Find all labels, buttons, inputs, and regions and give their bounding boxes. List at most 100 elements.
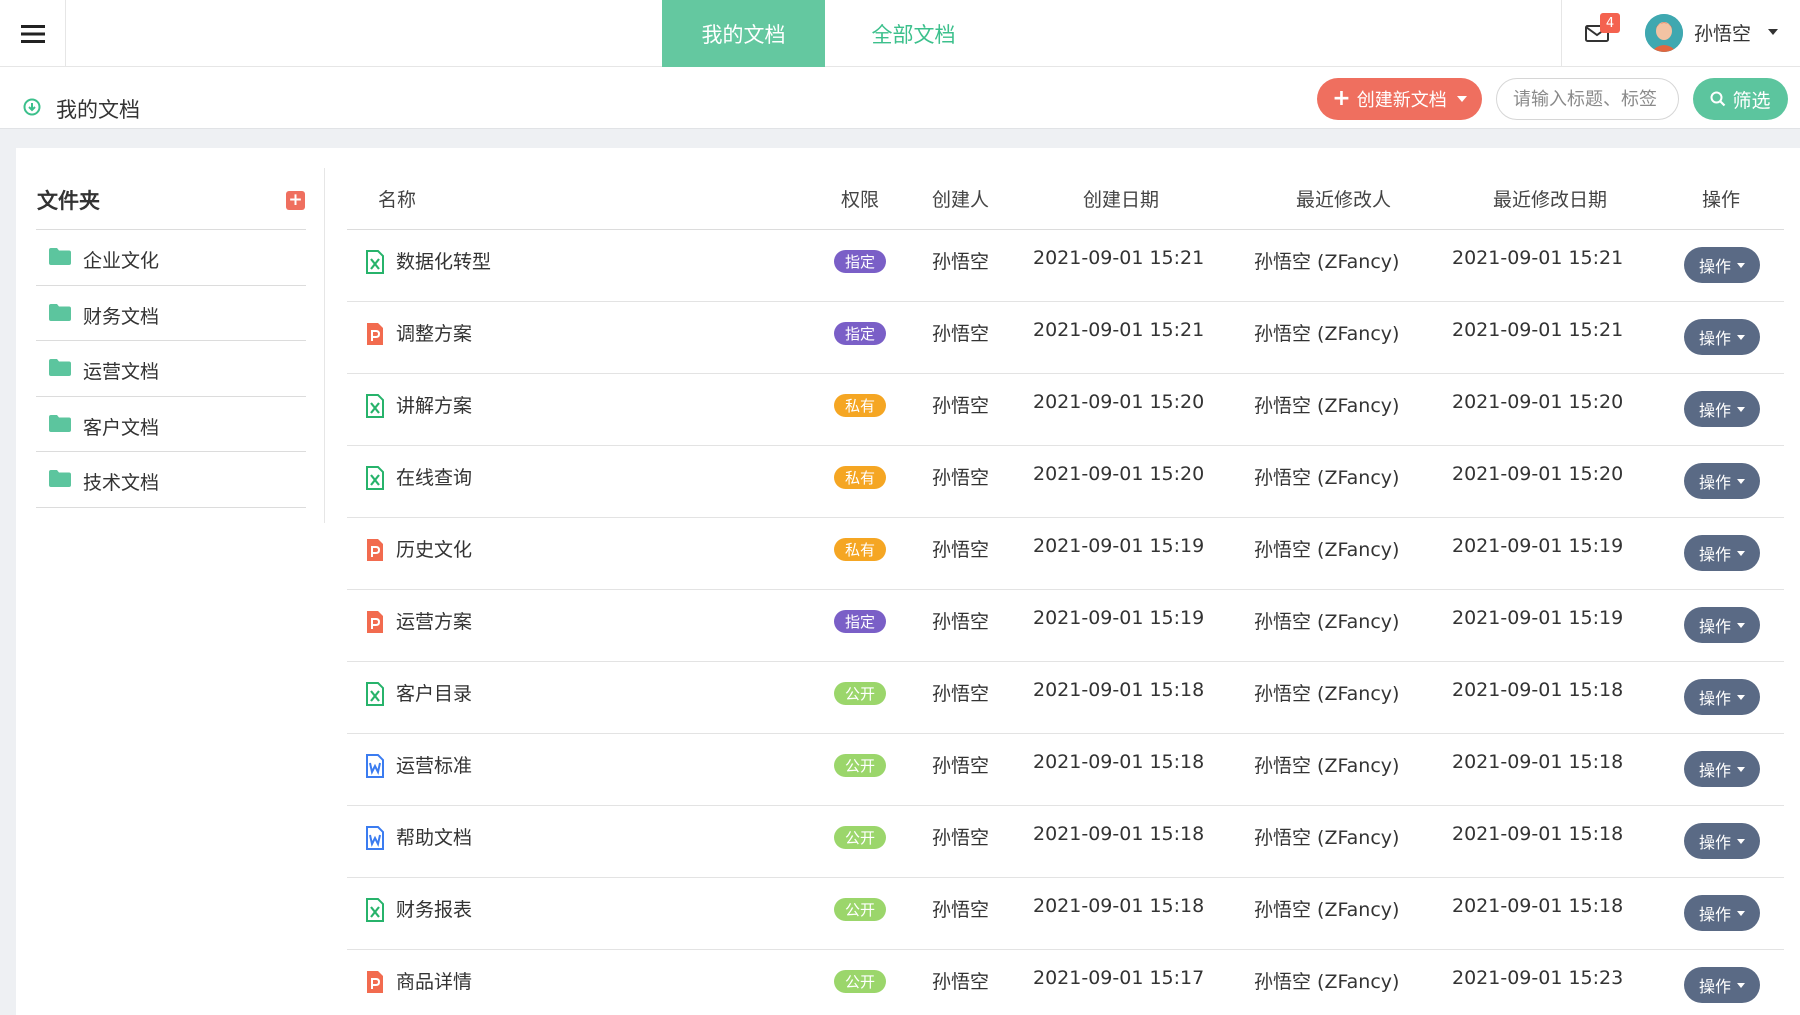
header-permission[interactable]: 权限 — [841, 185, 879, 212]
folder-sidebar: 文件夹 + 企业文化 财务文档 运营文档 客户文档技术文档 — [36, 148, 306, 508]
excel-file-icon — [366, 250, 384, 274]
chevron-down-icon — [1737, 262, 1745, 268]
search-input[interactable] — [1496, 78, 1679, 120]
folder-icon — [49, 414, 71, 432]
word-file-icon — [366, 826, 384, 850]
folder-item[interactable]: 财务文档 — [36, 286, 306, 341]
action-button[interactable]: 操作 — [1684, 751, 1760, 787]
table-row[interactable]: 在线查询 私有 孙悟空 2021-09-01 15:20 孙悟空 (ZFancy) 202… — [347, 446, 1784, 518]
creator: 孙悟空 — [932, 251, 990, 273]
created-date: 2021-09-01 15:18 — [1033, 679, 1205, 701]
creator: 孙悟空 — [932, 827, 990, 849]
folder-item[interactable]: 客户文档 — [36, 397, 306, 452]
permission-badge: 指定 — [834, 322, 886, 345]
folder-item[interactable]: 技术文档 — [36, 452, 306, 508]
table-row[interactable]: 财务报表 公开 孙悟空 2021-09-01 15:18 孙悟空 (ZFancy) 202… — [347, 878, 1784, 950]
document-name[interactable]: 运营方案 — [396, 607, 472, 634]
header-name[interactable]: 名称 — [378, 185, 416, 212]
chevron-down-icon — [1737, 334, 1745, 340]
header-modified-date[interactable]: 最近修改日期 — [1493, 185, 1607, 212]
action-label: 操作 — [1698, 761, 1731, 780]
action-button[interactable]: 操作 — [1684, 679, 1760, 715]
action-button[interactable]: 操作 — [1684, 247, 1760, 283]
document-name[interactable]: 在线查询 — [396, 463, 472, 490]
header-creator[interactable]: 创建人 — [932, 185, 989, 212]
folder-label: 技术文档 — [83, 472, 160, 494]
action-button[interactable]: 操作 — [1684, 463, 1760, 499]
action-button[interactable]: 操作 — [1684, 895, 1760, 931]
menu-toggle-button[interactable] — [0, 0, 66, 67]
created-date: 2021-09-01 15:19 — [1033, 535, 1205, 557]
permission-badge: 指定 — [834, 250, 886, 273]
chevron-down-icon[interactable] — [1768, 29, 1778, 35]
excel-file-icon — [366, 394, 384, 418]
last-modifier: 孙悟空 (ZFancy) — [1254, 899, 1400, 921]
document-name[interactable]: 调整方案 — [396, 319, 472, 346]
creator: 孙悟空 — [932, 899, 990, 921]
document-name[interactable]: 客户目录 — [396, 679, 472, 706]
action-button[interactable]: 操作 — [1684, 607, 1760, 643]
filter-label: 筛选 — [1732, 89, 1771, 112]
table-row[interactable]: 运营方案 指定 孙悟空 2021-09-01 15:19 孙悟空 (ZFancy) 202… — [347, 590, 1784, 662]
permission-badge: 私有 — [834, 538, 886, 561]
action-label: 操作 — [1698, 905, 1731, 924]
document-name[interactable]: 商品详情 — [396, 967, 472, 994]
avatar-image — [1645, 14, 1683, 52]
table-row[interactable]: 客户目录 公开 孙悟空 2021-09-01 15:18 孙悟空 (ZFancy) 202… — [347, 662, 1784, 734]
table-row[interactable]: 历史文化 私有 孙悟空 2021-09-01 15:19 孙悟空 (ZFancy) 202… — [347, 518, 1784, 590]
created-date: 2021-09-01 15:18 — [1033, 895, 1205, 917]
action-label: 操作 — [1698, 833, 1731, 852]
last-modifier: 孙悟空 (ZFancy) — [1254, 683, 1400, 705]
permission-badge: 私有 — [834, 466, 886, 489]
sub-header: 我的文档 + 创建新文档 筛选 — [0, 67, 1800, 129]
tab-my-documents[interactable]: 我的文档 — [662, 0, 825, 67]
created-date: 2021-09-01 15:17 — [1033, 967, 1205, 989]
action-button[interactable]: 操作 — [1684, 967, 1760, 1003]
tab-all-documents[interactable]: 全部文档 — [832, 0, 995, 67]
table-row[interactable]: 运营标准 公开 孙悟空 2021-09-01 15:18 孙悟空 (ZFancy) 202… — [347, 734, 1784, 806]
action-label: 操作 — [1698, 545, 1731, 564]
permission-badge: 私有 — [834, 394, 886, 417]
chevron-down-icon — [1737, 910, 1745, 916]
document-name[interactable]: 讲解方案 — [396, 391, 472, 418]
create-document-button[interactable]: + 创建新文档 — [1317, 78, 1482, 120]
action-button[interactable]: 操作 — [1684, 535, 1760, 571]
chevron-down-icon — [1737, 478, 1745, 484]
add-folder-icon[interactable]: + — [286, 191, 305, 210]
folder-icon — [49, 248, 71, 265]
document-name[interactable]: 运营标准 — [396, 751, 472, 778]
document-name[interactable]: 数据化转型 — [396, 247, 491, 274]
action-label: 操作 — [1698, 473, 1731, 492]
folder-item[interactable]: 运营文档 — [36, 341, 306, 397]
folder-icon — [49, 359, 71, 376]
document-name[interactable]: 帮助文档 — [396, 823, 472, 850]
folder-item[interactable]: 企业文化 — [36, 230, 306, 286]
action-button[interactable]: 操作 — [1684, 391, 1760, 427]
table-row[interactable]: 调整方案 指定 孙悟空 2021-09-01 15:21 孙悟空 (ZFancy) 202… — [347, 302, 1784, 374]
document-name[interactable]: 财务报表 — [396, 895, 472, 922]
table-header: 名称 权限 创建人 创建日期 最近修改人 最近修改日期 操作 — [347, 148, 1784, 230]
user-area: 4 孙悟空 — [1561, 0, 1800, 67]
filter-button[interactable]: 筛选 — [1693, 78, 1788, 120]
action-label: 操作 — [1698, 617, 1731, 636]
action-button[interactable]: 操作 — [1684, 319, 1760, 355]
permission-badge: 公开 — [834, 970, 886, 993]
last-modifier: 孙悟空 (ZFancy) — [1254, 323, 1400, 345]
avatar[interactable] — [1645, 14, 1683, 52]
mail-count-badge: 4 — [1600, 13, 1620, 33]
created-date: 2021-09-01 15:18 — [1033, 823, 1205, 845]
header-created-date[interactable]: 创建日期 — [1083, 185, 1159, 212]
excel-file-icon — [366, 682, 384, 706]
folder-icon — [49, 303, 71, 321]
table-row[interactable]: 数据化转型 指定 孙悟空 2021-09-01 15:21 孙悟空 (ZFancy) 20… — [347, 230, 1784, 302]
creator: 孙悟空 — [932, 539, 990, 561]
header-modifier[interactable]: 最近修改人 — [1296, 185, 1391, 212]
table-row[interactable]: 讲解方案 私有 孙悟空 2021-09-01 15:20 孙悟空 (ZFancy) 202… — [347, 374, 1784, 446]
username[interactable]: 孙悟空 — [1694, 19, 1751, 46]
action-button[interactable]: 操作 — [1684, 823, 1760, 859]
table-row[interactable]: 商品详情 公开 孙悟空 2021-09-01 15:17 孙悟空 (ZFancy) 202… — [347, 950, 1784, 1015]
folders-title: 文件夹 — [37, 189, 100, 213]
table-row[interactable]: 帮助文档 公开 孙悟空 2021-09-01 15:18 孙悟空 (ZFancy) 202… — [347, 806, 1784, 878]
document-name[interactable]: 历史文化 — [396, 535, 472, 562]
documents-table: 名称 权限 创建人 创建日期 最近修改人 最近修改日期 操作 数据化转型 指定 孙悟… — [347, 148, 1784, 1015]
